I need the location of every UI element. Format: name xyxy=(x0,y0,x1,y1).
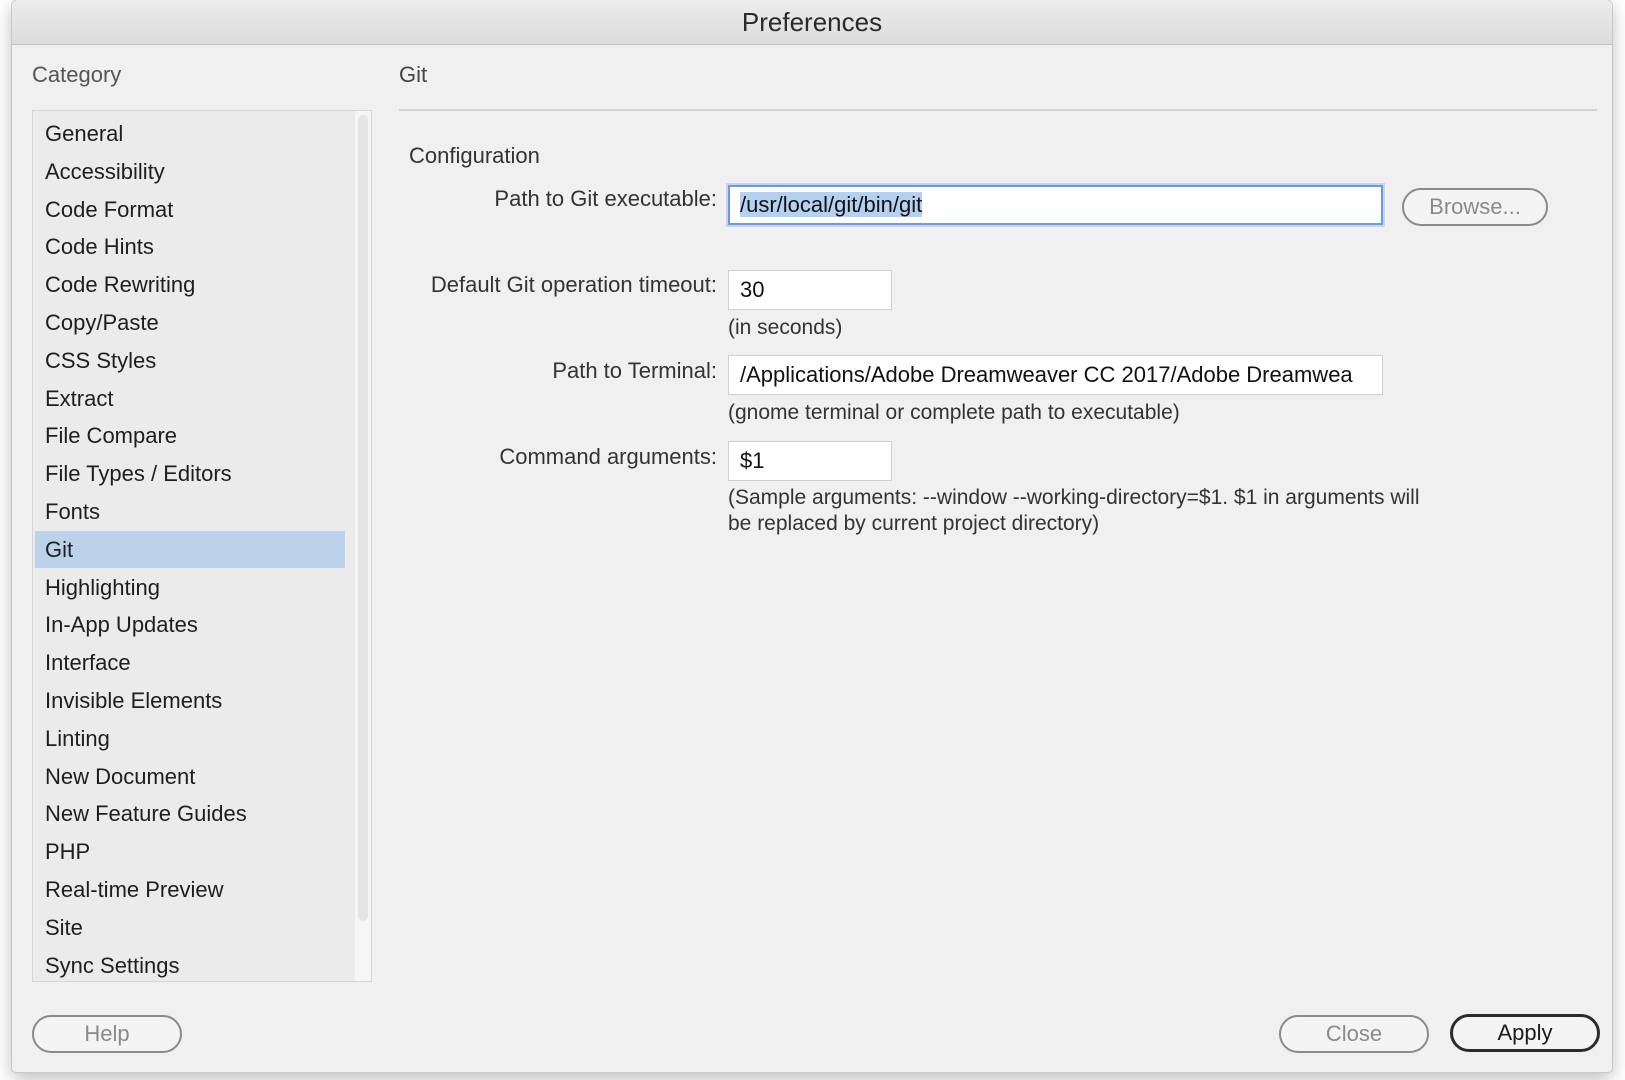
terminal-path-input[interactable]: /Applications/Adobe Dreamweaver CC 2017/… xyxy=(728,355,1383,395)
desktop-background xyxy=(1613,0,1625,1080)
category-item-site[interactable]: Site xyxy=(35,909,345,946)
category-scrollbar-thumb[interactable] xyxy=(358,115,368,921)
category-list[interactable]: General Accessibility Code Format Code Hint… xyxy=(32,110,372,982)
category-item-in-app-updates[interactable]: In-App Updates xyxy=(35,606,345,643)
category-item-new-feature-guides[interactable]: New Feature Guides xyxy=(35,795,345,832)
category-item-real-time-preview[interactable]: Real-time Preview xyxy=(35,871,345,908)
category-item-general[interactable]: General xyxy=(35,115,345,152)
help-button[interactable]: Help xyxy=(32,1015,182,1053)
timeout-input[interactable]: 30 xyxy=(728,270,892,310)
category-heading: Category xyxy=(32,62,122,87)
category-item-css-styles[interactable]: CSS Styles xyxy=(35,342,345,379)
git-path-input[interactable]: /usr/local/git/bin/git xyxy=(728,185,1383,225)
category-item-git[interactable]: Git xyxy=(35,530,345,568)
category-item-file-types-editors[interactable]: File Types / Editors xyxy=(35,455,345,492)
timeout-label: Default Git operation timeout: xyxy=(430,272,717,297)
window-title: Preferences xyxy=(12,0,1612,45)
git-path-label: Path to Git executable: xyxy=(494,186,717,211)
category-item-accessibility[interactable]: Accessibility xyxy=(35,153,345,190)
command-arguments-label: Command arguments: xyxy=(499,444,717,469)
panel-title: Git xyxy=(399,62,428,87)
arguments-hint-line1: (Sample arguments: --window --working-di… xyxy=(728,486,1420,509)
timeout-hint: (in seconds) xyxy=(728,316,843,339)
terminal-path-label: Path to Terminal: xyxy=(552,358,717,383)
category-item-highlighting[interactable]: Highlighting xyxy=(35,569,345,606)
command-arguments-input[interactable]: $1 xyxy=(728,441,892,481)
category-item-extract[interactable]: Extract xyxy=(35,380,345,417)
category-item-file-compare[interactable]: File Compare xyxy=(35,417,345,454)
category-item-interface[interactable]: Interface xyxy=(35,644,345,681)
apply-button[interactable]: Apply xyxy=(1450,1014,1600,1052)
close-button[interactable]: Close xyxy=(1279,1015,1429,1053)
browse-button[interactable]: Browse... xyxy=(1402,188,1548,226)
category-item-fonts[interactable]: Fonts xyxy=(35,493,345,530)
category-item-new-document[interactable]: New Document xyxy=(35,758,345,795)
category-item-code-rewriting[interactable]: Code Rewriting xyxy=(35,266,345,303)
category-item-php[interactable]: PHP xyxy=(35,833,345,870)
category-item-code-format[interactable]: Code Format xyxy=(35,191,345,228)
terminal-hint: (gnome terminal or complete path to exec… xyxy=(728,401,1180,424)
category-item-invisible-elements[interactable]: Invisible Elements xyxy=(35,682,345,719)
category-item-copy-paste[interactable]: Copy/Paste xyxy=(35,304,345,341)
section-title: Configuration xyxy=(409,143,540,168)
git-path-value: /usr/local/git/bin/git xyxy=(740,192,923,217)
category-item-code-hints[interactable]: Code Hints xyxy=(35,228,345,265)
arguments-hint-line2: be replaced by current project directory… xyxy=(728,512,1100,535)
category-item-sync-settings[interactable]: Sync Settings xyxy=(35,947,345,981)
preferences-dialog: Preferences Category General Accessibilit… xyxy=(12,0,1612,1072)
category-item-linting[interactable]: Linting xyxy=(35,720,345,757)
panel-divider xyxy=(399,109,1597,111)
